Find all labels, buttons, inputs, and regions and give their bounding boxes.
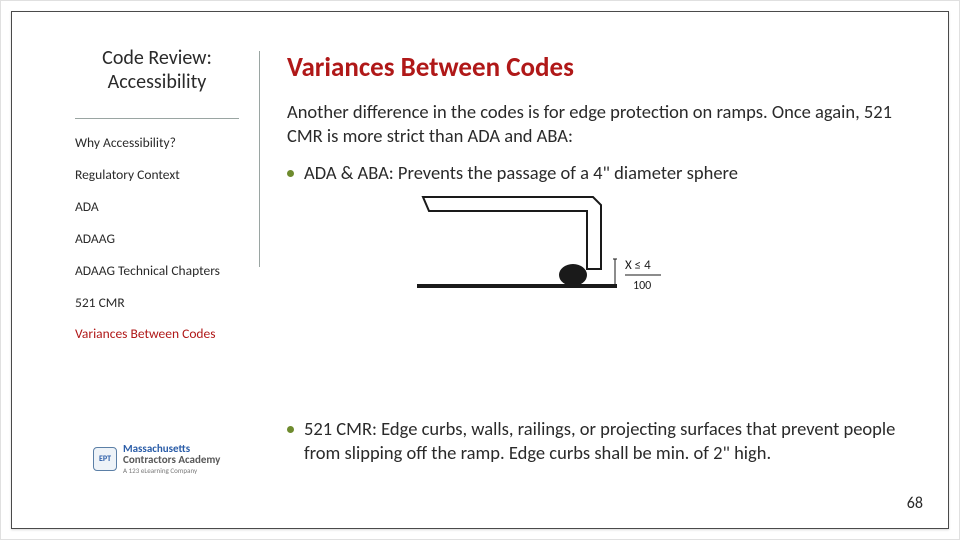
nav-label: Regulatory Context <box>75 166 180 183</box>
sidebar-title-line2: Accessibility <box>108 70 207 94</box>
bullet-text: ADA & ABA: Prevents the passage of a 4" … <box>304 161 738 185</box>
sidebar-divider <box>75 118 239 119</box>
nav-item[interactable]: ADAAG Technical Chapters <box>75 263 239 280</box>
nav-label: 521 CMR <box>75 294 125 311</box>
nav-list: Why Accessibility? Regulatory Context AD… <box>75 135 239 343</box>
diagram-label-frac: 100 <box>633 279 651 293</box>
bullet-text: 521 CMR: Edge curbs, walls, railings, or… <box>304 417 907 464</box>
nav-item-active[interactable]: Variances Between Codes <box>75 326 239 343</box>
logo-line2: Contractors Academy <box>123 454 220 465</box>
slide: Code Review: Accessibility Why Accessibi… <box>0 0 960 540</box>
logo: EPT Massachusetts Contractors Academy A … <box>93 443 233 474</box>
page-number: 68 <box>907 494 923 513</box>
ramp-diagram-svg: X ≤ 4 100 <box>417 191 677 309</box>
bullet-icon <box>287 426 294 433</box>
logo-badge-icon: EPT <box>93 447 117 471</box>
sidebar-title-line1: Code Review: <box>102 46 212 70</box>
nav-item[interactable]: Why Accessibility? <box>75 135 239 152</box>
logo-sub: A 123 eLearning Company <box>123 467 220 474</box>
nav-item[interactable]: Regulatory Context <box>75 167 239 184</box>
ramp-diagram: X ≤ 4 100 <box>417 191 907 314</box>
vertical-divider <box>259 51 260 267</box>
bullet-item: ADA & ABA: Prevents the passage of a 4" … <box>287 161 907 185</box>
sidebar-title: Code Review: Accessibility <box>75 47 239 94</box>
sidebar: Code Review: Accessibility Why Accessibi… <box>75 47 239 358</box>
nav-item[interactable]: ADA <box>75 199 239 216</box>
nav-item[interactable]: ADAAG <box>75 231 239 248</box>
lead-paragraph: Another difference in the codes is for e… <box>287 100 907 147</box>
main-title: Variances Between Codes <box>287 51 907 84</box>
nav-item[interactable]: 521 CMR <box>75 295 239 312</box>
bullet-icon <box>287 170 294 177</box>
nav-label: Variances Between Codes <box>75 325 216 342</box>
nav-label: Why Accessibility? <box>75 134 176 151</box>
nav-label: ADAAG <box>75 230 115 247</box>
nav-label: ADA <box>75 198 99 215</box>
logo-text: Massachusetts Contractors Academy A 123 … <box>123 443 220 474</box>
diagram-label-x: X ≤ 4 <box>625 258 651 273</box>
main-content: Variances Between Codes Another differen… <box>287 51 907 326</box>
bullet-item: 521 CMR: Edge curbs, walls, railings, or… <box>287 417 907 470</box>
nav-label: ADAAG Technical Chapters <box>75 262 220 279</box>
